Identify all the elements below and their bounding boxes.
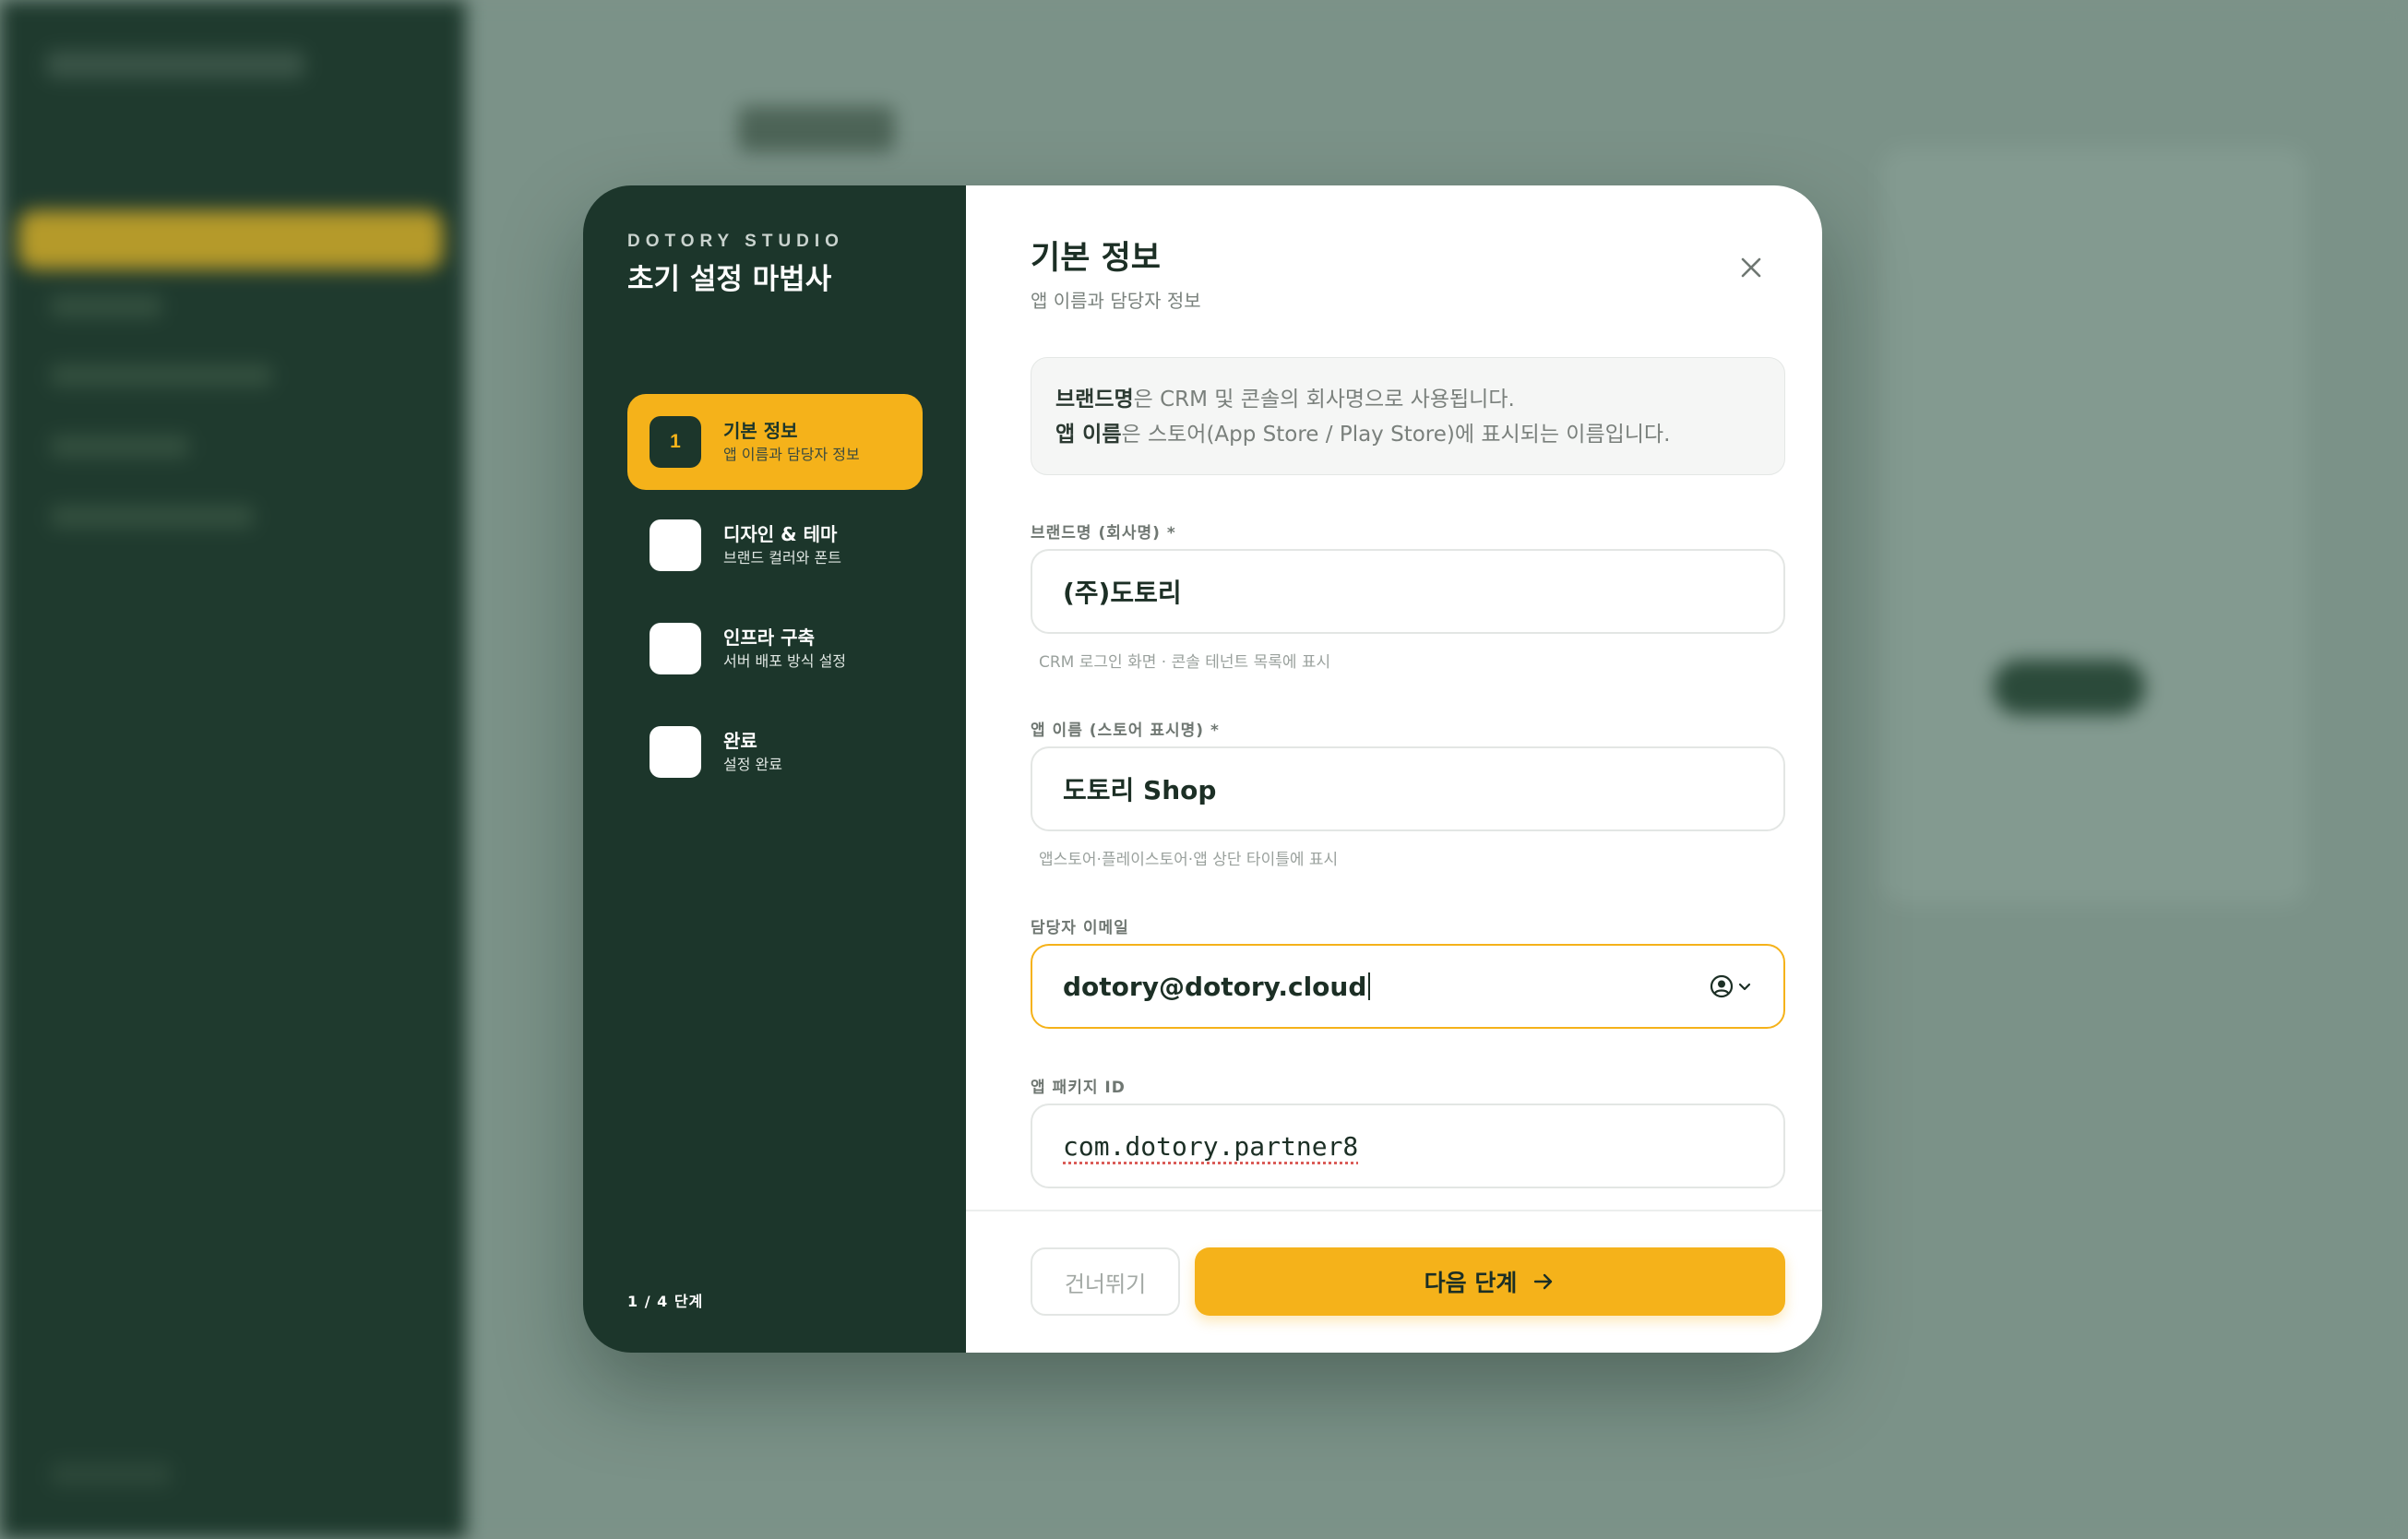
- step-subtitle: 브랜드 컬러와 폰트: [723, 549, 841, 567]
- background-nav-item: [51, 506, 254, 528]
- package-id-input[interactable]: com.dotory.partner8: [1031, 1104, 1785, 1188]
- background-title: [738, 106, 895, 152]
- chevron-down-icon: [1738, 983, 1751, 991]
- setup-wizard-modal: DOTORY STUDIO 초기 설정 마법사 1 기본 정보 앱 이름과 담당…: [583, 185, 1822, 1353]
- step-infrastructure[interactable]: 인프라 구축 서버 배포 방식 설정: [627, 601, 923, 697]
- step-number: [650, 519, 701, 571]
- step-progress: 1 / 4 단계: [627, 1293, 704, 1310]
- wizard-sidebar: DOTORY STUDIO 초기 설정 마법사 1 기본 정보 앱 이름과 담당…: [583, 185, 966, 1353]
- wizard-content: 기본 정보 앱 이름과 담당자 정보 브랜드명은 CRM 및 콘솔의 회사명으로…: [966, 185, 1822, 1353]
- info-box: 브랜드명은 CRM 및 콘솔의 회사명으로 사용됩니다. 앱 이름은 스토어(A…: [1031, 357, 1785, 475]
- step-subtitle: 서버 배포 방식 설정: [723, 652, 847, 670]
- package-id-value: com.dotory.partner8: [1063, 1130, 1359, 1162]
- next-step-button[interactable]: 다음 단계: [1195, 1247, 1785, 1316]
- app-name-value: 도토리 Shop: [1063, 775, 1217, 805]
- skip-button[interactable]: 건너뛰기: [1031, 1247, 1180, 1316]
- background-footer: [51, 1462, 171, 1486]
- background-card: [1882, 148, 2307, 904]
- app-name-hint: 앱스토어·플레이스토어·앱 상단 타이틀에 표시: [1039, 851, 1339, 869]
- step-number: [650, 726, 701, 778]
- step-basic-info[interactable]: 1 기본 정보 앱 이름과 담당자 정보: [627, 394, 923, 490]
- step-title: 디자인 & 테마: [723, 523, 838, 545]
- step-title: 기본 정보: [723, 420, 798, 442]
- brand-name-hint: CRM 로그인 화면 · 콘솔 테넌트 목록에 표시: [1039, 653, 1331, 672]
- email-label: 담당자 이메일: [1031, 919, 1129, 937]
- background-nav-item: [51, 295, 161, 317]
- step-title: 인프라 구축: [723, 626, 815, 649]
- user-circle-icon: [1710, 974, 1734, 998]
- brand-name-label: 브랜드명 (회사명) *: [1031, 524, 1176, 543]
- step-number: [650, 623, 701, 674]
- footer-divider: [966, 1210, 1822, 1211]
- step-complete[interactable]: 완료 설정 완료: [627, 704, 923, 800]
- autofill-icon[interactable]: [1710, 974, 1752, 998]
- step-subtitle: 설정 완료: [723, 756, 782, 773]
- step-subtitle: 앱 이름과 담당자 정보: [723, 446, 860, 463]
- next-step-label: 다음 단계: [1424, 1270, 1518, 1296]
- brand-name: DOTORY STUDIO: [627, 232, 844, 251]
- background-logo: [46, 51, 304, 78]
- step-number: 1: [650, 416, 701, 468]
- step-design-theme[interactable]: 디자인 & 테마 브랜드 컬러와 폰트: [627, 497, 923, 593]
- step-list: 1 기본 정보 앱 이름과 담당자 정보 디자인 & 테마 브랜드 컬러와 폰트…: [627, 394, 923, 807]
- close-icon: [1741, 257, 1761, 278]
- email-input[interactable]: dotory@dotory.cloud: [1031, 944, 1785, 1029]
- background-button: [1993, 660, 2145, 715]
- info-line-brand: 브랜드명은 CRM 및 콘솔의 회사명으로 사용됩니다.: [1055, 388, 1515, 412]
- info-line-app-name: 앱 이름은 스토어(App Store / Play Store)에 표시되는 …: [1055, 423, 1671, 447]
- background-nav-item: [51, 435, 189, 458]
- wizard-title: 초기 설정 마법사: [627, 263, 832, 296]
- background-nav-active: [18, 210, 443, 269]
- arrow-right-icon: [1534, 1273, 1553, 1290]
- panel-title: 기본 정보: [1031, 240, 1161, 277]
- email-value: dotory@dotory.cloud: [1063, 971, 1367, 1002]
- text-caret: [1368, 972, 1371, 1000]
- app-name-label: 앱 이름 (스토어 표시명) *: [1031, 722, 1220, 740]
- panel-subtitle: 앱 이름과 담당자 정보: [1031, 290, 1201, 312]
- close-button[interactable]: [1733, 249, 1770, 286]
- app-name-input[interactable]: 도토리 Shop: [1031, 746, 1785, 831]
- brand-name-value: (주)도토리: [1063, 578, 1182, 608]
- step-title: 완료: [723, 730, 757, 752]
- brand-name-input[interactable]: (주)도토리: [1031, 549, 1785, 634]
- background-nav-item: [51, 364, 272, 387]
- package-id-label: 앱 패키지 ID: [1031, 1079, 1126, 1097]
